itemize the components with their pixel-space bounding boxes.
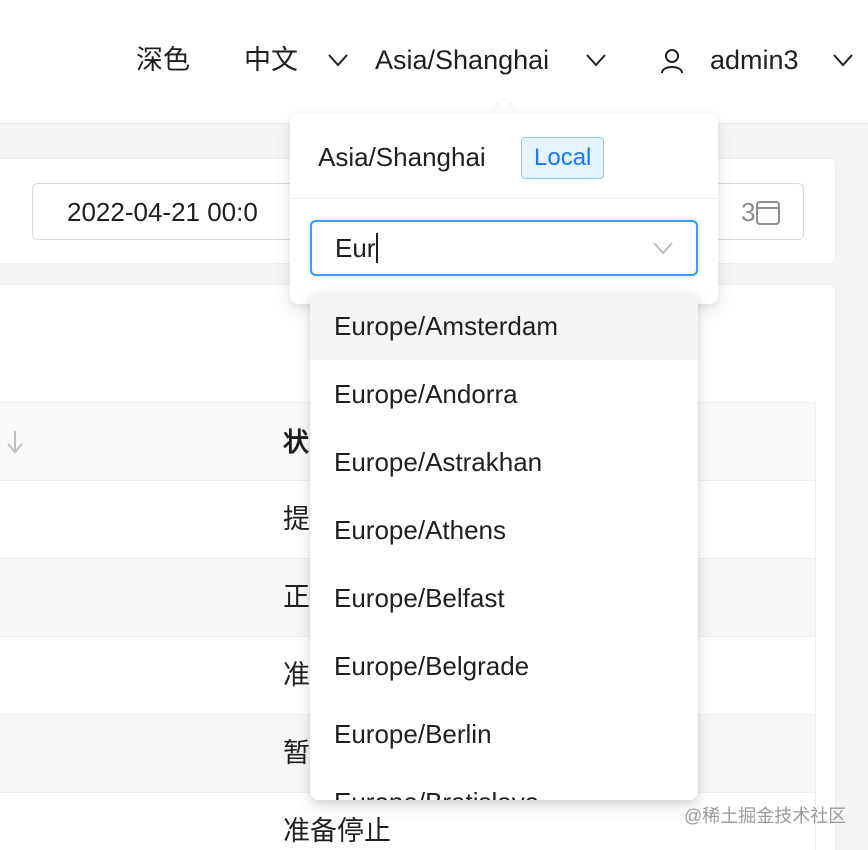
user-menu[interactable]: admin3 — [710, 42, 799, 78]
timezone-search-input[interactable]: Eur — [335, 232, 379, 264]
timezone-option[interactable]: Europe/Andorra — [310, 360, 698, 428]
timezone-option[interactable]: Europe/Astrakhan — [310, 428, 698, 496]
chevron-down-icon[interactable] — [832, 52, 854, 68]
status-cell: 准 — [283, 660, 310, 690]
timezone-option[interactable]: Europe/Amsterdam — [310, 292, 698, 360]
chevron-down-icon[interactable] — [327, 52, 349, 68]
status-column-header: 状 — [283, 427, 310, 457]
theme-toggle[interactable]: 深色 — [136, 42, 190, 78]
divider — [290, 198, 718, 199]
status-cell: 准备停止 — [283, 816, 391, 846]
watermark: @稀土掘金技术社区 — [684, 806, 847, 826]
timezone-option[interactable]: Europe/Athens — [310, 496, 698, 564]
timezone-option[interactable]: Europe/Bratislava — [310, 768, 698, 800]
sort-arrow-icon[interactable] — [5, 429, 25, 455]
calendar-icon[interactable] — [755, 198, 781, 226]
timezone-search-select[interactable]: Eur — [310, 220, 698, 276]
status-cell: 正 — [283, 582, 310, 612]
timezone-option[interactable]: Europe/Berlin — [310, 700, 698, 768]
timezone-option[interactable]: Europe/Belfast — [310, 564, 698, 632]
local-tag: Local — [521, 137, 605, 179]
language-selector[interactable]: 中文 — [244, 42, 298, 78]
timezone-popover: Asia/Shanghai Local Eur — [290, 114, 718, 304]
date-start-value: 2022-04-21 00:0 — [67, 197, 258, 227]
status-cell: 提 — [283, 504, 310, 534]
current-timezone: Asia/Shanghai — [318, 142, 486, 172]
date-end-value: 3 — [741, 197, 756, 227]
chevron-down-icon[interactable] — [652, 240, 674, 256]
chevron-down-icon[interactable] — [585, 52, 607, 68]
status-cell: 暂 — [283, 738, 310, 768]
user-icon — [660, 48, 684, 74]
timezone-selector[interactable]: Asia/Shanghai — [375, 42, 549, 78]
timezone-option[interactable]: Europe/Belgrade — [310, 632, 698, 700]
text-caret — [376, 233, 379, 263]
top-header: 深色 中文 Asia/Shanghai admin3 — [0, 0, 868, 124]
timezone-options-list[interactable]: Europe/Amsterdam Europe/Andorra Europe/A… — [310, 292, 698, 800]
